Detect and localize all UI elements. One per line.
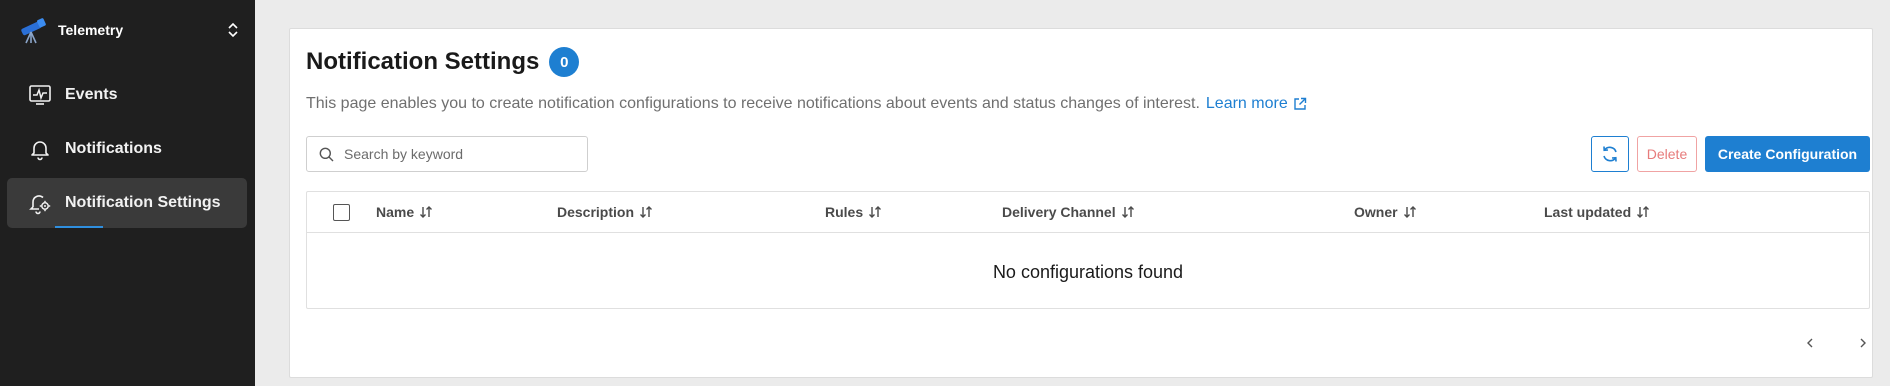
delete-button[interactable]: Delete (1637, 136, 1697, 172)
sidebar-item-events[interactable]: Events (7, 70, 247, 120)
count-badge: 0 (549, 47, 580, 77)
sidebar-item-notifications[interactable]: Notifications (7, 124, 247, 174)
column-label: Description (557, 204, 635, 220)
title-row: Notification Settings 0 (306, 47, 580, 77)
notification-settings-panel: Notification Settings 0 This page enable… (289, 28, 1873, 378)
column-header-name[interactable]: Name (376, 204, 433, 220)
page-title: Notification Settings (306, 48, 540, 75)
column-label: Last updated (1544, 204, 1632, 220)
external-link-icon (1294, 97, 1306, 110)
refresh-icon (1603, 146, 1617, 162)
sort-icon (420, 206, 433, 218)
column-label: Name (376, 204, 415, 220)
empty-state-message: No configurations found (992, 262, 1184, 282)
app-name: Telemetry (58, 22, 124, 38)
create-configuration-button[interactable]: Create Configuration (1705, 136, 1870, 172)
sort-icon (640, 206, 653, 218)
column-label: Rules (825, 204, 864, 220)
learn-more-label: Learn more (1205, 95, 1288, 112)
description-text: This page enables you to create notifica… (306, 95, 1200, 112)
page-description: This page enables you to create notifica… (306, 95, 1307, 113)
column-header-owner[interactable]: Owner (1354, 204, 1417, 220)
chevron-right-icon (1860, 338, 1866, 348)
column-label: Owner (1354, 204, 1398, 220)
chevron-left-icon (1807, 338, 1813, 348)
sidebar: Telemetry Events Notifications Notificat… (0, 0, 255, 386)
learn-more-link[interactable]: Learn more (1206, 95, 1307, 113)
sidebar-nav: Events Notifications Notification Settin… (7, 70, 247, 232)
sidebar-item-label: Events (65, 86, 118, 103)
next-page-button[interactable] (1851, 331, 1875, 355)
column-header-description[interactable]: Description (557, 204, 653, 220)
sidebar-item-label: Notification Settings (65, 194, 221, 211)
column-header-last-updated[interactable]: Last updated (1544, 204, 1650, 220)
select-all-checkbox[interactable] (333, 204, 350, 221)
column-header-rules[interactable]: Rules (825, 204, 882, 220)
sort-icon (869, 206, 882, 218)
chevron-up-down-icon (228, 22, 238, 38)
column-label: Delivery Channel (1002, 204, 1116, 220)
refresh-button[interactable] (1591, 136, 1629, 172)
app-switcher[interactable]: Telemetry (18, 12, 240, 48)
search-box[interactable] (306, 136, 588, 172)
sort-icon (1637, 206, 1650, 218)
monitor-activity-icon (27, 82, 53, 108)
configurations-table: Name Description Rules Delivery Channel … (306, 191, 1870, 309)
sort-icon (1121, 206, 1134, 218)
telescope-icon (21, 18, 46, 44)
search-input[interactable] (344, 146, 574, 162)
search-icon (319, 147, 334, 161)
column-header-delivery-channel[interactable]: Delivery Channel (1002, 204, 1135, 220)
table-header: Name Description Rules Delivery Channel … (307, 192, 1869, 233)
previous-page-button[interactable] (1798, 331, 1822, 355)
sidebar-item-notification-settings[interactable]: Notification Settings (7, 178, 247, 228)
sidebar-item-label: Notifications (65, 140, 162, 157)
bell-icon (27, 136, 53, 162)
sort-icon (1403, 206, 1416, 218)
bell-gear-icon (27, 190, 53, 216)
